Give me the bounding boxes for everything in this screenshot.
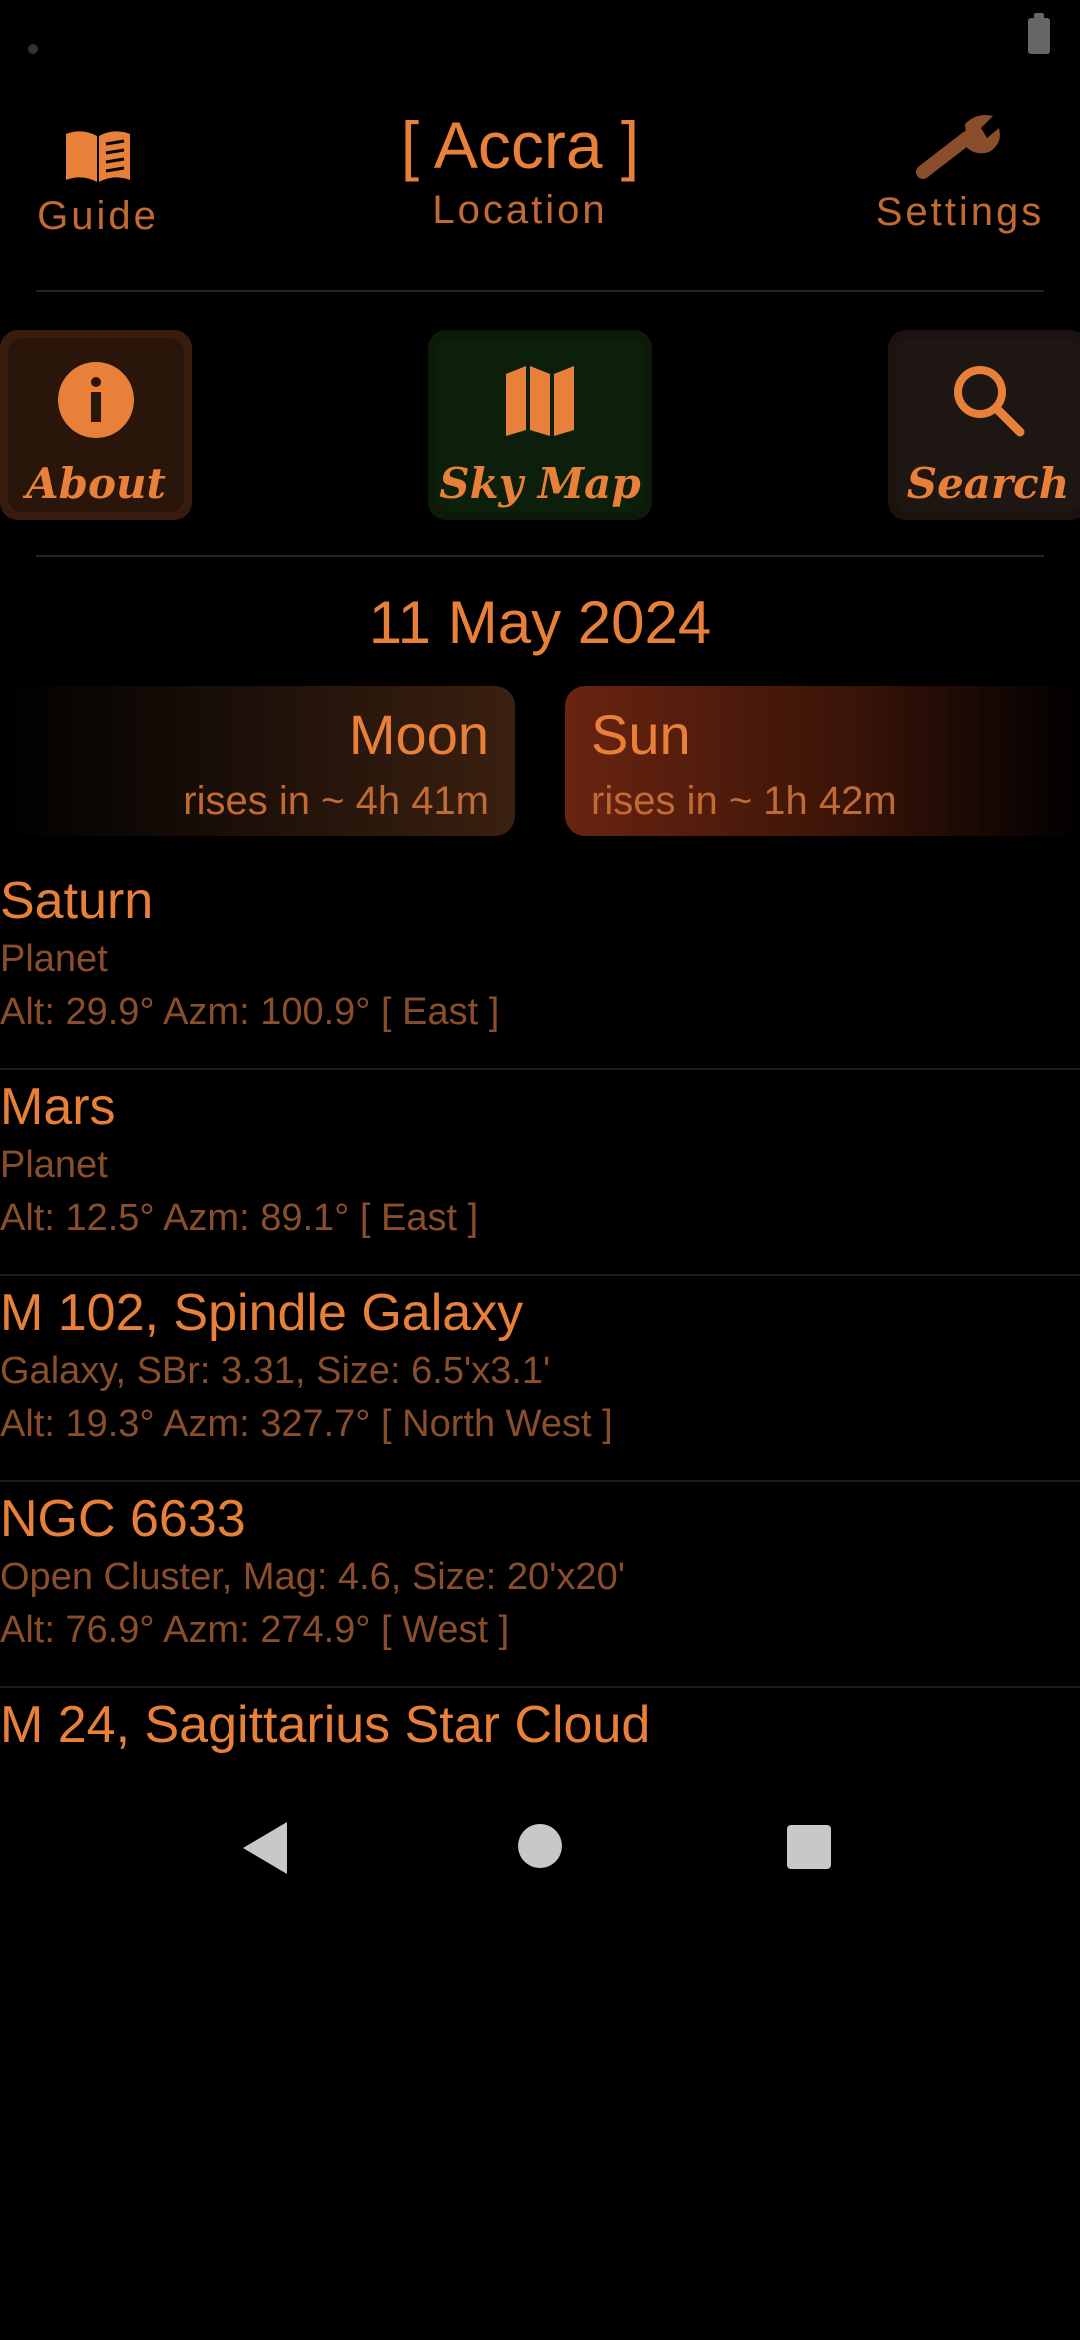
recents-icon[interactable] (787, 1825, 831, 1869)
about-button-face: About (8, 338, 184, 512)
sky-map-button[interactable]: Sky Map (428, 330, 652, 520)
search-icon (954, 366, 1025, 437)
list-item[interactable]: M 24, Sagittarius Star Cloud (0, 1688, 1080, 1774)
notification-dot (28, 44, 38, 54)
about-button[interactable]: About (0, 330, 192, 520)
list-item[interactable]: NGC 6633 Open Cluster, Mag: 4.6, Size: 2… (0, 1482, 1080, 1688)
guide-label: Guide (37, 194, 159, 238)
list-item[interactable]: Mars Planet Alt: 12.5° Azm: 89.1° [ East… (0, 1070, 1080, 1276)
wrench-icon (916, 115, 1000, 179)
object-name: NGC 6633 (0, 1490, 246, 1548)
search-button-face: Search (896, 338, 1080, 512)
settings-label: Settings (875, 190, 1045, 234)
current-date[interactable]: 11 May 2024 (0, 588, 1080, 657)
location-label: Location (432, 188, 608, 232)
moon-status: rises in ~ 4h 41m (183, 778, 489, 823)
guide-button[interactable]: Guide (28, 100, 168, 239)
object-type: Open Cluster, Mag: 4.6, Size: 20'x20' (0, 1555, 625, 1598)
action-row: About Sky Map Search (0, 330, 1080, 520)
location-title: [ Accra ] (400, 108, 640, 182)
object-position: Alt: 29.9° Azm: 100.9° [ East ] (0, 990, 500, 1033)
header-divider (36, 290, 1044, 292)
sun-name: Sun (591, 703, 691, 766)
about-label: About (26, 459, 166, 508)
map-icon (506, 366, 574, 436)
sky-object-list[interactable]: Saturn Planet Alt: 29.9° Azm: 100.9° [ E… (0, 864, 1080, 1774)
settings-button[interactable]: Settings (860, 100, 1060, 235)
home-icon[interactable] (518, 1824, 562, 1868)
sun-status: rises in ~ 1h 42m (591, 778, 897, 823)
object-type: Galaxy, SBr: 3.31, Size: 6.5'x3.1' (0, 1349, 551, 1392)
book-icon (66, 131, 130, 182)
object-name: Saturn (0, 872, 154, 930)
list-item[interactable]: Saturn Planet Alt: 29.9° Azm: 100.9° [ E… (0, 864, 1080, 1070)
status-bar (0, 0, 1080, 72)
moon-card[interactable]: Moon rises in ~ 4h 41m (0, 686, 515, 836)
sky-map-button-face: Sky Map (436, 338, 644, 512)
sun-card[interactable]: Sun rises in ~ 1h 42m (565, 686, 1080, 836)
object-name: M 102, Spindle Galaxy (0, 1284, 524, 1342)
search-label: Search (906, 459, 1070, 508)
info-icon (58, 362, 134, 438)
object-name: Mars (0, 1078, 116, 1136)
object-type: Planet (0, 937, 108, 980)
object-position: Alt: 12.5° Azm: 89.1° [ East ] (0, 1196, 479, 1239)
object-position: Alt: 19.3° Azm: 327.7° [ North West ] (0, 1402, 613, 1445)
object-type: Planet (0, 1143, 108, 1186)
search-button[interactable]: Search (888, 330, 1080, 520)
moon-name: Moon (348, 703, 489, 766)
top-navigation: Guide [ Accra ] Location Settings (0, 100, 1080, 260)
system-navigation-bar (0, 1790, 1080, 1910)
location-button[interactable]: [ Accra ] Location (360, 100, 680, 233)
sky-map-label: Sky Map (439, 459, 641, 508)
action-divider (36, 555, 1044, 557)
object-name: M 24, Sagittarius Star Cloud (0, 1696, 651, 1754)
object-position: Alt: 76.9° Azm: 274.9° [ West ] (0, 1608, 510, 1651)
back-icon[interactable] (243, 1822, 287, 1874)
battery-icon (1028, 13, 1050, 54)
list-item[interactable]: M 102, Spindle Galaxy Galaxy, SBr: 3.31,… (0, 1276, 1080, 1482)
